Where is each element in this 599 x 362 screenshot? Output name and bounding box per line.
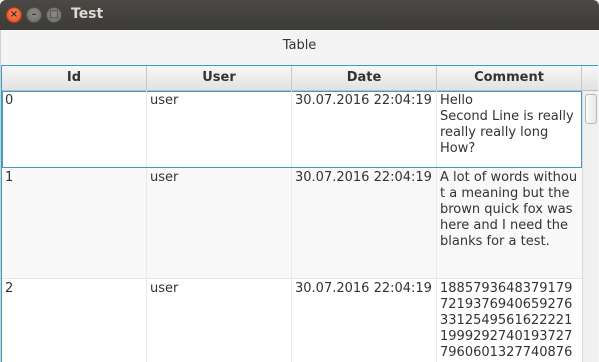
- close-window-button[interactable]: ×: [6, 7, 22, 23]
- cell-user: user: [147, 279, 292, 362]
- cell-date: 30.07.2016 22:04:19: [292, 279, 437, 362]
- scrollbar-thumb[interactable]: [585, 94, 597, 124]
- window-body: Table Id User Date Comment 0 user 30.07.…: [0, 30, 599, 362]
- cell-comment: 1885793648379179 7219376940659276 331254…: [440, 281, 573, 360]
- column-header-user[interactable]: User: [147, 66, 292, 91]
- data-table[interactable]: Id User Date Comment 0 user 30.07.2016 2…: [1, 65, 598, 362]
- close-icon: ×: [9, 9, 19, 20]
- window-title: Test: [71, 6, 104, 22]
- table-row[interactable]: 2 user 30.07.2016 22:04:19 1885793648379…: [2, 279, 582, 362]
- column-header-id[interactable]: Id: [2, 66, 147, 91]
- cell-comment: A lot of words without a meaning but the…: [440, 170, 578, 249]
- minimize-icon: –: [31, 9, 37, 20]
- column-header-date[interactable]: Date: [292, 66, 437, 91]
- cell-comment: Hello Second Line is really really reall…: [440, 93, 574, 156]
- window-titlebar[interactable]: × – □ Test: [0, 0, 599, 30]
- column-header-comment[interactable]: Comment: [437, 66, 582, 91]
- cell-date: 30.07.2016 22:04:19: [292, 168, 437, 278]
- cell-user: user: [147, 168, 292, 278]
- table-title: Table: [282, 38, 317, 53]
- minimize-window-button[interactable]: –: [26, 7, 42, 23]
- cell-id: 0: [2, 91, 147, 167]
- maximize-window-button[interactable]: □: [46, 7, 62, 23]
- table-row[interactable]: 1 user 30.07.2016 22:04:19 A lot of word…: [2, 168, 582, 279]
- table-row[interactable]: 0 user 30.07.2016 22:04:19 Hello Second …: [2, 91, 582, 168]
- column-header-filler: [582, 66, 598, 91]
- cell-date: 30.07.2016 22:04:19: [292, 91, 437, 167]
- cell-user: user: [147, 91, 292, 167]
- maximize-icon: □: [49, 9, 59, 20]
- cell-id: 2: [2, 279, 147, 362]
- vertical-scrollbar[interactable]: [582, 91, 598, 362]
- table-header: Id User Date Comment: [2, 66, 598, 91]
- cell-id: 1: [2, 168, 147, 278]
